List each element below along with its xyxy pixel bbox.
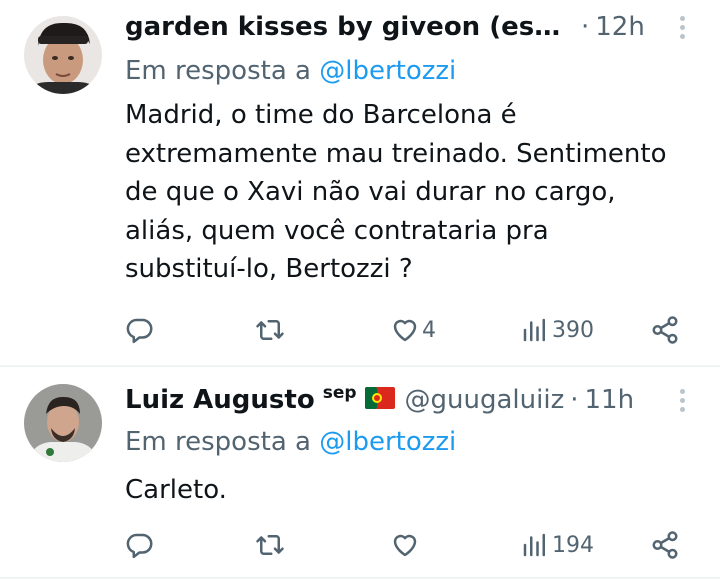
reply-prefix: Em resposta a	[125, 56, 311, 86]
share-button[interactable]	[650, 310, 680, 350]
reply-icon	[126, 318, 153, 344]
retweet-button[interactable]	[255, 310, 285, 350]
name-suffix: sep	[322, 383, 357, 403]
reply-mention-link[interactable]: @lbertozzi	[319, 427, 456, 457]
views-button[interactable]: 194	[520, 525, 594, 565]
portugal-flag-icon	[364, 387, 395, 409]
tweet-header: garden kisses by giveon (essa... · 12h	[125, 10, 645, 44]
like-icon	[393, 319, 417, 342]
views-button[interactable]: 390	[520, 310, 594, 350]
timestamp[interactable]: 12h	[595, 10, 645, 44]
view-count: 194	[552, 532, 594, 558]
avatar[interactable]	[24, 384, 102, 462]
more-icon[interactable]	[678, 16, 686, 44]
tweet[interactable]: Luiz Augusto sep @guugaluiiz · 11h Em re…	[0, 367, 720, 580]
retweet-icon	[256, 320, 284, 340]
display-name[interactable]: garden kisses by giveon (essa...	[125, 10, 575, 44]
more-icon[interactable]	[678, 389, 686, 417]
tweet-header: Luiz Augusto sep @guugaluiiz · 11h	[125, 383, 634, 420]
like-button[interactable]	[390, 525, 422, 565]
tweet-text: Madrid, o time do Barcelona é extremamen…	[125, 100, 667, 284]
share-icon	[652, 316, 678, 344]
like-count: 4	[422, 317, 436, 343]
timestamp[interactable]: 11h	[585, 383, 635, 417]
separator-dot: ·	[570, 385, 579, 415]
retweet-button[interactable]	[255, 525, 285, 565]
action-bar: 194	[125, 525, 690, 565]
user-handle[interactable]: @guugaluiiz	[405, 383, 565, 417]
tweet[interactable]: garden kisses by giveon (essa... · 12h E…	[0, 0, 720, 365]
views-icon	[523, 533, 545, 557]
share-icon	[652, 531, 678, 559]
avatar[interactable]	[24, 16, 102, 94]
reply-context: Em resposta a @lbertozzi	[125, 425, 456, 459]
separator-dot: ·	[581, 12, 590, 42]
tweet-text: Carleto.	[125, 475, 227, 505]
share-button[interactable]	[650, 525, 680, 565]
reply-mention-link[interactable]: @lbertozzi	[319, 56, 456, 86]
reply-context: Em resposta a @lbertozzi	[125, 54, 456, 88]
reply-prefix: Em resposta a	[125, 427, 311, 457]
like-button[interactable]: 4	[390, 310, 436, 350]
views-icon	[523, 318, 545, 342]
reply-button[interactable]	[125, 525, 155, 565]
reply-button[interactable]	[125, 310, 155, 350]
like-icon	[393, 534, 417, 557]
reply-icon	[126, 533, 153, 559]
action-bar: 4 390	[125, 310, 690, 350]
divider	[0, 577, 720, 579]
retweet-icon	[256, 535, 284, 555]
display-name[interactable]: Luiz Augusto	[125, 383, 315, 417]
view-count: 390	[552, 317, 594, 343]
